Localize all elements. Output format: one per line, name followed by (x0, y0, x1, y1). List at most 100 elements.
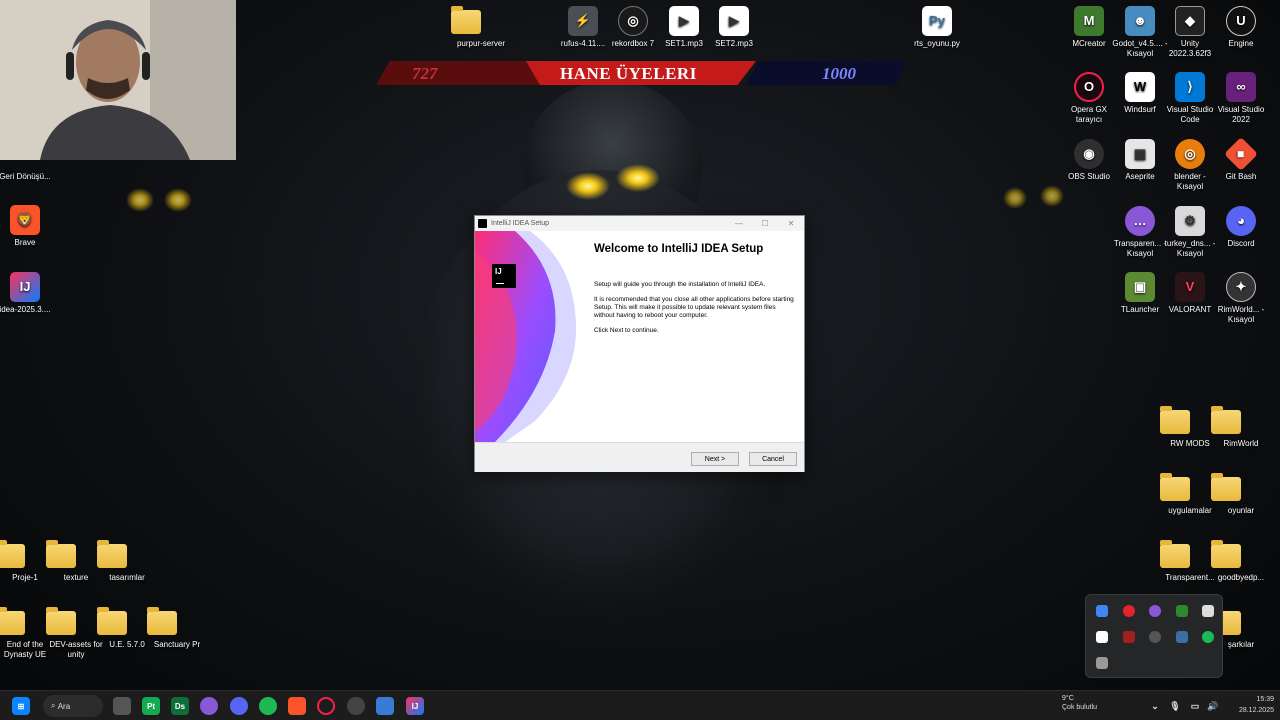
desktop-icon-purpur-server[interactable]: purpur-server (451, 6, 511, 49)
gear-icon: ⚙ (1175, 206, 1205, 236)
volume-icon[interactable]: 🔊 (1204, 697, 1222, 715)
desktop-icon-label: Discord (1227, 239, 1255, 248)
search-icon: ⌕ (51, 701, 58, 710)
spotify-tray-icon[interactable] (1202, 631, 1214, 643)
desktop-icon-recycle-bin[interactable]: Geri Dönüşü... (0, 160, 55, 182)
desktop-icon-label: oyunlar (1227, 506, 1255, 515)
weather-widget[interactable]: 9°C Çok bulutlu (1040, 694, 1097, 712)
desktop-icon-rimworld-shortcut[interactable]: ✦ RimWorld... - Kısayol (1211, 272, 1271, 325)
discord-icon: ◕ (1226, 206, 1256, 236)
chat-taskbar-icon[interactable] (200, 697, 218, 715)
minimize-icon[interactable]: — (726, 219, 752, 228)
colorful-app-tray-icon[interactable] (1096, 605, 1108, 617)
desktop-icon-engine[interactable]: U Engine (1211, 6, 1271, 49)
desktop-icon-visual-studio[interactable]: ∞ Visual Studio 2022 (1211, 72, 1271, 125)
valorant-icon: V (1175, 272, 1205, 302)
weather-desc: Çok bulutlu (1062, 704, 1098, 711)
minecraft-block-icon: ▣ (1125, 272, 1155, 302)
chevron-up-icon[interactable]: ⌄ (1146, 697, 1164, 715)
close-icon[interactable]: ✕ (778, 219, 804, 228)
vscode-icon: ⟩ (1175, 72, 1205, 102)
visual-studio-icon: ∞ (1226, 72, 1256, 102)
desktop-icon-label: idea-2025.3.... (0, 305, 51, 314)
desktop-icon-oyunlar[interactable]: oyunlar (1211, 473, 1271, 516)
brave-taskbar-icon[interactable] (288, 697, 306, 715)
desktop-icon-rts-oyunu[interactable]: Py rts_oyunu.py (907, 6, 967, 49)
body-paragraph: It is recommended that you close all oth… (594, 296, 794, 319)
folder-icon (46, 540, 76, 568)
discord-tray-icon[interactable] (1096, 631, 1108, 643)
desktop-icon-set2[interactable]: ▶ SET2.mp3 (704, 6, 764, 49)
unreal-engine-icon: U (1226, 6, 1256, 36)
desktop-icon-tasarimlar[interactable]: tasarımlar (97, 540, 157, 583)
python-file-icon: Py (922, 6, 952, 36)
desktop-icon-git-bash[interactable]: ◆ Git Bash (1211, 137, 1271, 182)
next-button[interactable]: Next > (691, 452, 739, 466)
desktop-icon-idea[interactable]: IJ idea-2025.3.... (0, 272, 55, 315)
discord-taskbar-icon[interactable] (230, 697, 248, 715)
pycharm-taskbar-icon[interactable]: Pt (142, 697, 160, 715)
desktop-icon-brave[interactable]: 🦁 Brave (0, 205, 55, 248)
brave-lion-icon: 🦁 (10, 205, 40, 235)
github-desktop-taskbar-icon[interactable] (347, 697, 365, 715)
webcam-overlay (0, 0, 236, 160)
folder-icon (1160, 540, 1190, 568)
dialog-body: Setup will guide you through the install… (594, 281, 794, 342)
desktop-icon-goodbyedpi[interactable]: goodbyedp... (1211, 540, 1271, 583)
dialog-heading: Welcome to IntelliJ IDEA Setup (594, 243, 764, 255)
maximize-icon[interactable]: ☐ (752, 219, 778, 228)
desktop-icon-label: Visual Studio 2022 (1217, 105, 1265, 124)
record-tray-icon[interactable] (1123, 605, 1135, 617)
windsurf-icon: W (1125, 72, 1155, 102)
folder-icon (1211, 540, 1241, 568)
banner-left-number: 727 (412, 64, 438, 83)
chat-tray-icon[interactable] (1149, 605, 1161, 617)
nvidia-tray-icon[interactable] (1176, 605, 1188, 617)
network-tray-icon[interactable] (1176, 631, 1188, 643)
desktop-icon-label: Git Bash (1225, 172, 1257, 181)
usb-drive-icon: ⚡ (568, 6, 598, 36)
app-tray-icon[interactable] (1202, 605, 1214, 617)
weather-temp: 9°C (1062, 695, 1074, 702)
intellij-setup-dialog: IntelliJ IDEA Setup — ☐ ✕ IJ Welcome to … (474, 215, 805, 472)
folder-icon (1211, 406, 1241, 434)
body-paragraph: Setup will guide you through the install… (594, 281, 766, 288)
obs-icon: ◉ (1074, 139, 1104, 169)
usb-tray-icon[interactable] (1096, 657, 1108, 669)
setup-hero-art: IJ (475, 231, 585, 442)
desktop-icon-label: Engine (1228, 39, 1254, 48)
network-icon[interactable]: ▭ (1186, 697, 1204, 715)
app-taskbar-icon[interactable] (376, 697, 394, 715)
aseprite-icon: ▦ (1125, 139, 1155, 169)
chat-bubble-icon: … (1125, 206, 1155, 236)
task-view-icon[interactable] (113, 697, 131, 715)
dataspell-taskbar-icon[interactable]: Ds (171, 697, 189, 715)
desktop-icon-sanctuary[interactable]: Sanctuary Pr (147, 607, 207, 650)
steam-tray-icon[interactable] (1149, 631, 1161, 643)
desktop-icon-label: rts_oyunu.py (914, 39, 960, 48)
taskbar-search[interactable]: ⌕ Ara (43, 695, 103, 717)
windows-start-icon[interactable]: ⊞ (12, 697, 30, 715)
desktop-icon-label: tasarımlar (109, 573, 145, 582)
intellij-icon: IJ (10, 272, 40, 302)
dialog-footer: Next > Cancel (475, 442, 804, 472)
desktop-icon-rimworld-folder[interactable]: RimWorld (1211, 406, 1271, 449)
folder-icon (451, 6, 481, 34)
git-icon: ◆ (1224, 137, 1258, 171)
valorant-tray-icon[interactable] (1123, 631, 1135, 643)
system-clock[interactable]: 15:39 28.12.2025 (1232, 694, 1274, 716)
desktop-icon-label: RimWorld... - Kısayol (1217, 305, 1265, 324)
dialog-titlebar[interactable]: IntelliJ IDEA Setup — ☐ ✕ (475, 216, 804, 231)
microphone-icon[interactable]: 🎙 (1166, 697, 1184, 715)
desktop-icon-label: purpur-server (456, 39, 505, 48)
intellij-taskbar-icon[interactable]: IJ (406, 697, 424, 715)
search-label: Ara (57, 701, 71, 711)
clock-time: 15:39 (1256, 696, 1274, 703)
cancel-button[interactable]: Cancel (749, 452, 797, 466)
intellij-small-icon (478, 219, 487, 228)
audio-file-icon: ▶ (669, 6, 699, 36)
spotify-taskbar-icon[interactable] (259, 697, 277, 715)
folder-icon (1211, 473, 1241, 501)
desktop-icon-discord[interactable]: ◕ Discord (1211, 206, 1271, 249)
opera-gx-taskbar-icon[interactable] (317, 697, 335, 715)
